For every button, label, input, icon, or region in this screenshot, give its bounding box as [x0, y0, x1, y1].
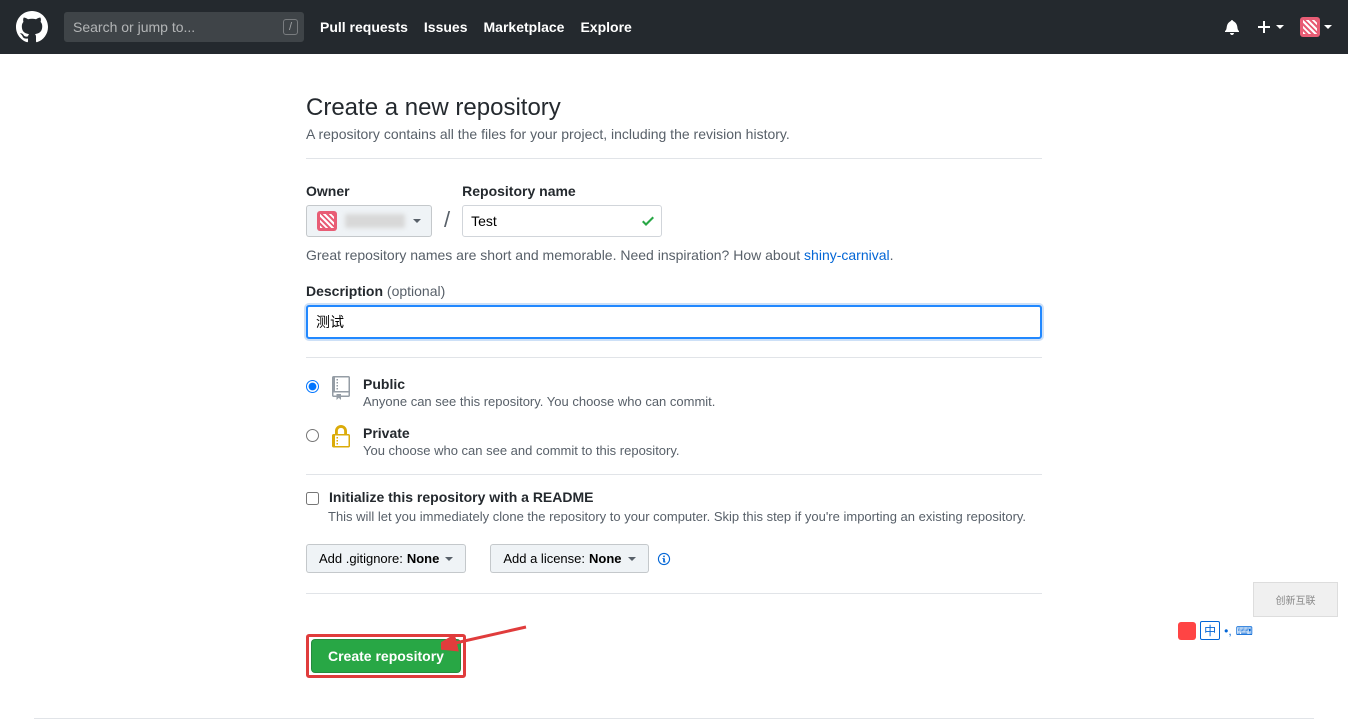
private-title: Private	[363, 425, 680, 441]
public-title: Public	[363, 376, 715, 392]
description-input[interactable]	[306, 305, 1042, 339]
private-desc: You choose who can see and commit to thi…	[363, 443, 680, 458]
ime-toolbar: 中 •, ⌨	[1178, 621, 1253, 640]
gitignore-dropdown[interactable]: Add .gitignore: None	[306, 544, 466, 573]
arrow-annotation-icon	[441, 622, 531, 652]
lock-icon	[329, 425, 353, 449]
divider	[306, 593, 1042, 594]
repo-name-wrapper	[462, 205, 662, 237]
caret-down-icon	[1324, 25, 1332, 29]
plus-icon	[1256, 19, 1272, 35]
readme-desc: This will let you immediately clone the …	[328, 509, 1042, 524]
check-icon	[642, 213, 654, 229]
repo-name-input[interactable]	[462, 205, 662, 237]
dropdown-row: Add .gitignore: None Add a license: None	[306, 544, 1042, 573]
create-repository-button[interactable]: Create repository	[311, 639, 461, 673]
search-wrapper: /	[64, 12, 304, 42]
public-option: Public Anyone can see this repository. Y…	[306, 376, 1042, 409]
description-label: Description (optional)	[306, 283, 1042, 299]
slash-separator: /	[444, 207, 450, 237]
nav-links: Pull requests Issues Marketplace Explore	[320, 19, 632, 35]
readme-title: Initialize this repository with a README	[329, 489, 593, 505]
global-header: / Pull requests Issues Marketplace Explo…	[0, 0, 1348, 54]
header-right	[1224, 17, 1332, 37]
owner-label: Owner	[306, 183, 432, 199]
caret-down-icon	[628, 557, 636, 561]
main-container: Create a new repository A repository con…	[290, 94, 1058, 678]
avatar-icon	[1300, 17, 1320, 37]
search-input[interactable]	[64, 12, 304, 42]
repo-name-group: Repository name	[462, 183, 662, 237]
private-option: Private You choose who can see and commi…	[306, 425, 1042, 458]
page-title: Create a new repository	[306, 94, 1042, 122]
create-new-dropdown[interactable]	[1256, 19, 1284, 35]
caret-down-icon	[413, 219, 421, 223]
info-icon[interactable]	[657, 552, 671, 566]
github-logo-icon[interactable]	[16, 11, 48, 43]
readme-checkbox[interactable]	[306, 492, 319, 505]
divider	[306, 357, 1042, 358]
private-content: Private You choose who can see and commi…	[363, 425, 680, 458]
slash-hint: /	[283, 19, 298, 35]
repo-name-label: Repository name	[462, 183, 662, 199]
owner-group: Owner	[306, 183, 432, 237]
watermark-logo: 创新互联	[1253, 582, 1338, 617]
license-dropdown[interactable]: Add a license: None	[490, 544, 648, 573]
suggestion-link[interactable]: shiny-carnival	[804, 247, 890, 263]
user-menu-dropdown[interactable]	[1300, 17, 1332, 37]
repo-icon	[329, 376, 353, 400]
description-group: Description (optional)	[306, 283, 1042, 339]
owner-name-redacted	[345, 214, 405, 228]
nav-pull-requests[interactable]: Pull requests	[320, 19, 408, 35]
divider	[306, 158, 1042, 159]
private-radio[interactable]	[306, 429, 319, 442]
nav-marketplace[interactable]: Marketplace	[484, 19, 565, 35]
public-desc: Anyone can see this repository. You choo…	[363, 394, 715, 409]
public-radio[interactable]	[306, 380, 319, 393]
owner-repo-row: Owner / Repository name	[306, 183, 1042, 237]
ime-icon	[1178, 622, 1196, 640]
public-content: Public Anyone can see this repository. Y…	[363, 376, 715, 409]
divider	[306, 474, 1042, 475]
caret-down-icon	[1276, 25, 1284, 29]
caret-down-icon	[445, 557, 453, 561]
notifications-icon[interactable]	[1224, 19, 1240, 35]
visibility-group: Public Anyone can see this repository. Y…	[306, 376, 1042, 458]
nav-issues[interactable]: Issues	[424, 19, 468, 35]
owner-avatar-icon	[317, 211, 337, 231]
readme-checkbox-row: Initialize this repository with a README	[306, 489, 1042, 505]
page-subtitle: A repository contains all the files for …	[306, 126, 1042, 142]
nav-explore[interactable]: Explore	[580, 19, 631, 35]
inspiration-text: Great repository names are short and mem…	[306, 247, 1042, 263]
owner-select[interactable]	[306, 205, 432, 237]
